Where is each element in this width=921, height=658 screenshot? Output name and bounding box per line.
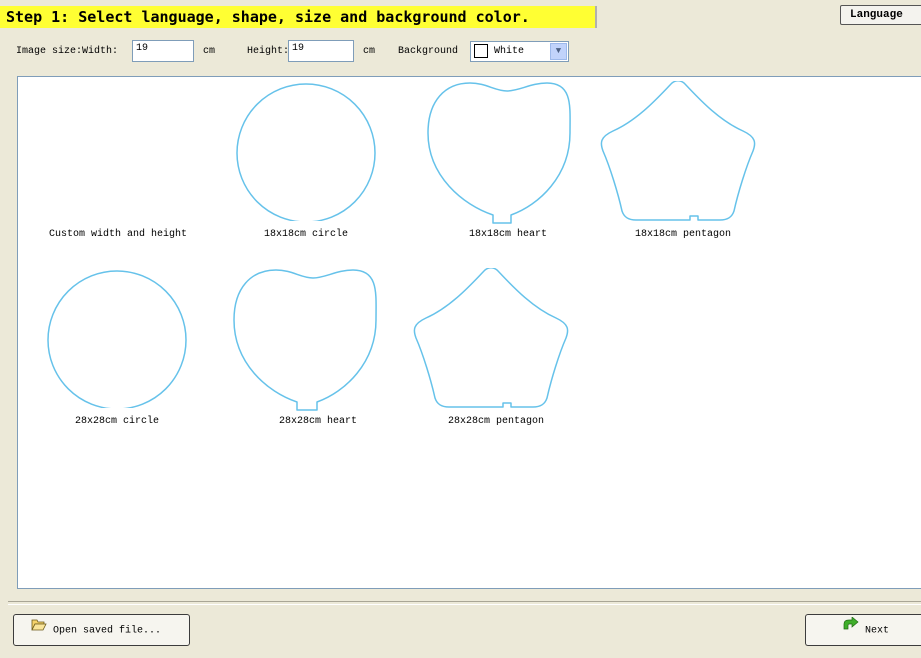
shape-option-18-pentagon[interactable]: 18x18cm pentagon <box>598 81 768 246</box>
shape-caption: Custom width and height <box>48 229 188 240</box>
language-button-label: Language <box>850 9 903 21</box>
next-label: Next <box>865 625 890 637</box>
background-select-value: White <box>494 46 525 57</box>
language-button[interactable]: Language <box>840 5 921 25</box>
background-label: Background <box>398 46 459 57</box>
shape-option-18-circle[interactable]: 18x18cm circle <box>221 81 391 246</box>
chevron-down-icon[interactable]: ▼ <box>550 43 567 60</box>
width-input[interactable]: 19 <box>132 40 194 62</box>
footer-divider <box>8 601 921 605</box>
shape-option-28-heart[interactable]: 28x28cm heart <box>233 268 403 433</box>
shape-caption: 28x28cm circle <box>74 416 159 427</box>
shape-option-custom[interactable]: Custom width and height <box>33 81 203 246</box>
open-saved-file-button[interactable]: Open saved file... <box>13 614 190 646</box>
settings-row: Image size:Width: 19 cm Height: 19 cm Ba… <box>0 40 921 64</box>
heart-shape-icon <box>233 269 377 411</box>
shape-option-28-circle[interactable]: 28x28cm circle <box>32 268 202 433</box>
background-select[interactable]: White ▼ <box>470 41 569 62</box>
shape-gallery: Custom width and height 18x18cm circle 1… <box>17 76 921 589</box>
shape-caption: 28x28cm heart <box>278 416 357 427</box>
shape-option-28-pentagon[interactable]: 28x28cm pentagon <box>411 268 581 433</box>
heart-shape-icon <box>427 82 571 224</box>
step-title: Step 1: Select language, shape, size and… <box>0 6 597 28</box>
shape-caption: 18x18cm pentagon <box>634 229 731 240</box>
width-unit-label: cm <box>203 46 216 57</box>
shape-caption: 28x28cm pentagon <box>447 416 544 427</box>
open-folder-icon <box>31 615 47 645</box>
shape-caption: 18x18cm circle <box>263 229 348 240</box>
circle-shape-icon <box>236 83 376 221</box>
image-size-width-label: Image size:Width: <box>16 46 119 57</box>
next-arrow-icon <box>843 615 859 645</box>
pentagon-shape-icon <box>600 81 756 221</box>
pentagon-shape-icon <box>413 268 569 408</box>
open-saved-file-label: Open saved file... <box>53 625 162 637</box>
circle-shape-icon <box>47 270 187 408</box>
height-input[interactable]: 19 <box>288 40 354 62</box>
height-unit-label: cm <box>363 46 376 57</box>
shape-option-18-heart[interactable]: 18x18cm heart <box>423 81 593 246</box>
shape-caption: 18x18cm heart <box>468 229 547 240</box>
next-button[interactable]: Next <box>805 614 921 646</box>
height-label: Height: <box>247 46 290 57</box>
background-color-swatch <box>474 44 488 58</box>
